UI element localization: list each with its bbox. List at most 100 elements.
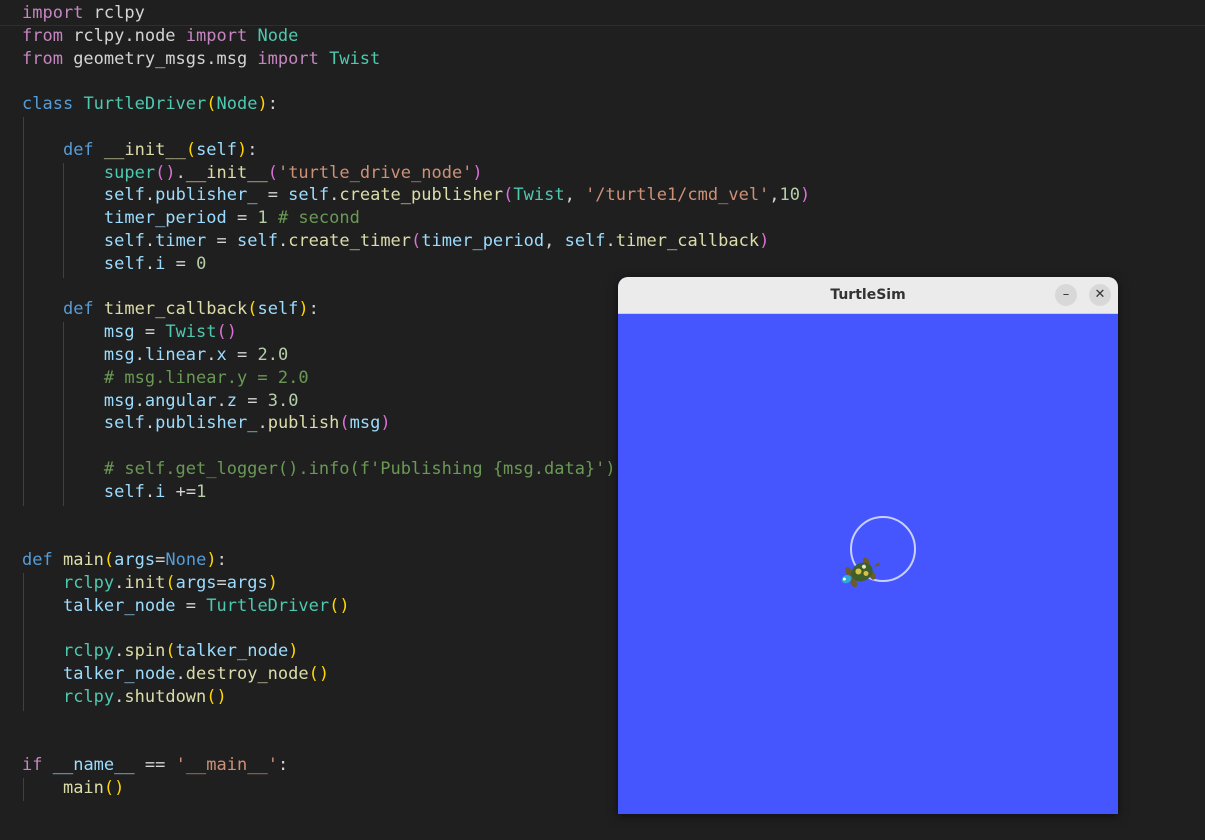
code-token: rclpy.node (62, 25, 186, 46)
code-token: . (257, 413, 268, 434)
code-line[interactable]: rclpy.init(args=args) (22, 572, 278, 595)
code-token: linear (144, 345, 207, 365)
code-line[interactable]: class TurtleDriver(Node): (22, 93, 278, 116)
code-line[interactable]: def __init__(self): (22, 139, 258, 162)
code-line[interactable]: msg.linear.x = 2.0 (22, 344, 288, 367)
code-token: '/turtle1/cmd_vel' (585, 185, 770, 206)
code-token: ) (298, 299, 309, 320)
code-token: . (114, 641, 125, 662)
code-line[interactable]: timer_period = 1 # second (22, 207, 360, 230)
code-token: timer (155, 231, 207, 251)
code-line[interactable]: super().__init__('turtle_drive_node') (22, 162, 483, 185)
code-token: ) (380, 413, 391, 434)
code-token: 1 (196, 481, 207, 502)
code-token: init (124, 573, 166, 593)
code-line[interactable]: from rclpy.node import Node (22, 25, 298, 48)
code-line[interactable]: if __name__ == '__main__': (22, 754, 288, 777)
code-token: () (308, 664, 330, 685)
code-token: . (144, 481, 156, 502)
code-line[interactable]: # msg.linear.y = 2.0 (22, 367, 309, 390)
code-token: ) (759, 231, 770, 251)
code-line[interactable]: self.publisher_ = self.create_publisher(… (22, 184, 810, 207)
code-token: = (134, 322, 166, 343)
code-token: = (257, 185, 289, 206)
code-token: , (544, 231, 565, 251)
code-token: # msg.linear.y = 2.0 (103, 367, 309, 388)
code-token: rclpy (83, 3, 145, 23)
code-token: Twist (165, 322, 217, 343)
code-line[interactable]: rclpy.spin(talker_node) (22, 640, 298, 663)
code-token: . (144, 185, 156, 206)
code-token: talker_node (62, 595, 176, 616)
code-token: : (267, 94, 278, 115)
code-line[interactable]: self.timer = self.create_timer(timer_per… (22, 230, 769, 253)
code-token: self (257, 299, 299, 320)
code-token: 0 (196, 253, 207, 274)
code-line[interactable]: # self.get_logger().info(f'Publishing {m… (22, 458, 616, 481)
code-token: # self.get_logger().info(f'Publishing {m… (103, 459, 616, 479)
code-token: ( (411, 231, 422, 251)
code-token: from (22, 48, 63, 69)
window-titlebar[interactable]: TurtleSim – ✕ (618, 277, 1118, 314)
code-token: () (329, 595, 350, 616)
code-token: Node (216, 94, 258, 115)
code-line[interactable]: talker_node = TurtleDriver() (22, 595, 350, 618)
code-token: Node (257, 25, 299, 46)
code-token: ( (339, 413, 350, 434)
code-token: publisher_ (155, 185, 258, 206)
code-token: = (206, 231, 237, 251)
code-line[interactable]: msg = Twist() (22, 321, 237, 344)
minimize-button[interactable]: – (1055, 284, 1077, 306)
code-token: rclpy (62, 687, 115, 707)
code-token: . (175, 162, 186, 183)
code-line[interactable]: def timer_callback(self): (22, 298, 319, 321)
code-line[interactable]: rclpy.shutdown() (22, 686, 227, 709)
code-token: msg (103, 390, 135, 411)
code-token: 2.0 (257, 345, 289, 365)
code-token: : (308, 299, 319, 320)
code-line[interactable]: talker_node.destroy_node() (22, 663, 329, 686)
code-token: rclpy (62, 641, 115, 662)
code-token: create_timer (288, 231, 412, 251)
code-token: args (226, 573, 268, 593)
code-token: ( (206, 94, 217, 115)
code-token: self (103, 185, 145, 206)
code-token: if (22, 755, 43, 776)
code-token: self (103, 413, 145, 434)
code-token: ) (472, 162, 483, 183)
code-token: timer_period (103, 208, 227, 229)
code-token: rclpy (62, 573, 115, 593)
code-line[interactable]: self.i +=1 (22, 481, 206, 504)
close-button[interactable]: ✕ (1089, 284, 1111, 306)
code-token: main (62, 550, 104, 571)
code-line[interactable]: main() (22, 777, 124, 800)
code-token: . (175, 664, 186, 685)
code-token: = (155, 550, 166, 571)
turtlesim-window[interactable]: TurtleSim – ✕ (618, 277, 1118, 814)
code-line[interactable]: import rclpy (22, 2, 145, 25)
code-token: class (22, 94, 74, 115)
code-token: __name__ (52, 755, 135, 776)
code-token: () (103, 778, 125, 799)
code-token: publish (267, 413, 340, 434)
code-token: msg (103, 345, 135, 365)
code-line[interactable]: msg.angular.z = 3.0 (22, 390, 299, 413)
code-token: import (22, 3, 84, 23)
code-line[interactable]: self.i = 0 (22, 253, 206, 276)
code-line[interactable]: self.publisher_.publish(msg) (22, 412, 391, 435)
code-line[interactable]: def main(args=None): (22, 549, 227, 572)
code-line[interactable]: from geometry_msgs.msg import Twist (22, 48, 380, 71)
code-token: 3.0 (267, 390, 299, 411)
code-token: i (155, 481, 166, 502)
